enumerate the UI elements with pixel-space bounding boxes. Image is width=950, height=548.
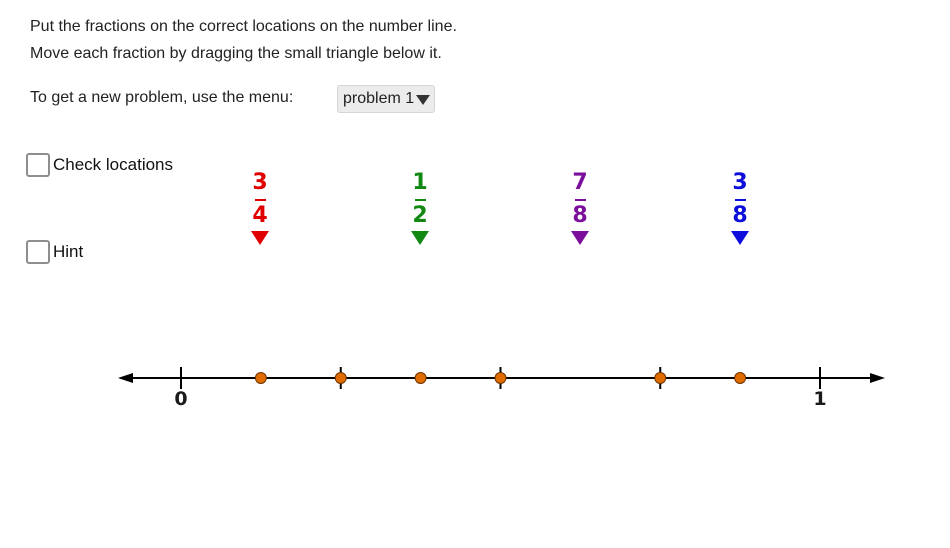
- drag-triangle-icon[interactable]: [411, 231, 429, 245]
- fraction-denominator: 4: [252, 203, 268, 228]
- fraction-bar: [414, 199, 426, 201]
- drag-triangle-icon[interactable]: [571, 231, 589, 245]
- fraction-denominator: 8: [572, 203, 588, 228]
- target-point[interactable]: [414, 372, 427, 384]
- fraction-bar: [574, 199, 586, 201]
- target-point[interactable]: [734, 372, 747, 384]
- fraction-numerator: 1: [412, 170, 428, 195]
- target-point[interactable]: [334, 372, 347, 384]
- fraction-numerator: 3: [252, 170, 268, 195]
- fraction-3-4[interactable]: 34: [240, 172, 280, 245]
- drag-triangle-icon[interactable]: [251, 231, 269, 245]
- target-point[interactable]: [654, 372, 667, 384]
- fraction-denominator: 8: [732, 203, 748, 228]
- arrow-right-icon: [870, 373, 885, 383]
- arrow-left-icon: [118, 373, 133, 383]
- fraction-numerator: 3: [732, 170, 748, 195]
- fraction-1-2[interactable]: 12: [400, 172, 440, 245]
- number-line: [118, 367, 885, 389]
- fraction-numerator: 7: [572, 170, 588, 195]
- fraction-denominator: 2: [412, 203, 428, 228]
- fraction-bar: [734, 199, 746, 201]
- number-line-board: [118, 367, 885, 389]
- drag-triangle-icon[interactable]: [731, 231, 749, 245]
- target-point[interactable]: [254, 372, 267, 384]
- tick-label-0: 0: [174, 388, 188, 410]
- fraction-7-8[interactable]: 78: [560, 172, 600, 245]
- fraction-3-8[interactable]: 38: [720, 172, 760, 245]
- target-point[interactable]: [494, 372, 507, 384]
- tick-label-1: 1: [813, 388, 827, 410]
- fraction-bar: [254, 199, 266, 201]
